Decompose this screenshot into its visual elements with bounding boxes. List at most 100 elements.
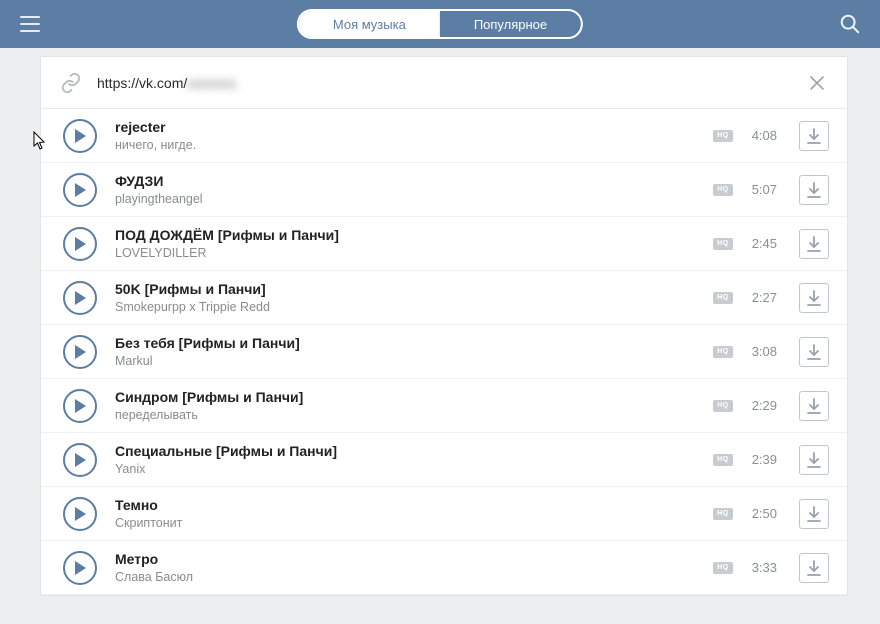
track-artist: Smokepurpp x Trippie Redd	[115, 299, 713, 315]
track-title: Метро	[115, 550, 713, 568]
tab-my-music[interactable]: Моя музыка	[299, 11, 440, 37]
download-button[interactable]	[799, 499, 829, 529]
track-meta: Синдром [Рифмы и Панчи]переделывать	[115, 388, 713, 423]
track-artist: ничего, нигде.	[115, 137, 713, 153]
track-row: МетроСлава БасюлHQ 3:33	[41, 541, 847, 595]
track-meta: МетроСлава Басюл	[115, 550, 713, 585]
download-icon	[806, 560, 822, 576]
download-icon	[806, 182, 822, 198]
play-icon	[74, 291, 86, 305]
download-icon	[806, 128, 822, 144]
url-input[interactable]: https://vk.com/xxxxxxx	[97, 75, 805, 91]
track-title: Специальные [Рифмы и Панчи]	[115, 442, 713, 460]
track-artist: playingtheangel	[115, 191, 713, 207]
track-meta: ПОД ДОЖДЁМ [Рифмы и Панчи]LOVELYDILLER	[115, 226, 713, 261]
play-button[interactable]	[63, 227, 97, 261]
track-artist: переделывать	[115, 407, 713, 423]
track-row: ПОД ДОЖДЁМ [Рифмы и Панчи]LOVELYDILLERHQ…	[41, 217, 847, 271]
download-button[interactable]	[799, 337, 829, 367]
download-icon	[806, 290, 822, 306]
download-button[interactable]	[799, 391, 829, 421]
play-icon	[74, 345, 86, 359]
play-button[interactable]	[63, 497, 97, 531]
track-meta: ТемноСкриптонит	[115, 496, 713, 531]
track-artist: Yanix	[115, 461, 713, 477]
play-button[interactable]	[63, 119, 97, 153]
content-panel: https://vk.com/xxxxxxx rejecterничего, н…	[40, 56, 848, 596]
url-bar: https://vk.com/xxxxxxx	[41, 57, 847, 109]
track-row: rejecterничего, нигде.HQ 4:08	[41, 109, 847, 163]
download-icon	[806, 398, 822, 414]
url-prefix: https://vk.com/	[97, 75, 187, 91]
track-meta: 50K [Рифмы и Панчи]Smokepurpp x Trippie …	[115, 280, 713, 315]
track-title: Темно	[115, 496, 713, 514]
track-title: 50K [Рифмы и Панчи]	[115, 280, 713, 298]
track-title: Синдром [Рифмы и Панчи]	[115, 388, 713, 406]
link-icon	[59, 71, 83, 95]
track-duration: 4:08	[743, 128, 777, 143]
track-meta: rejecterничего, нигде.	[115, 118, 713, 153]
download-button[interactable]	[799, 175, 829, 205]
clear-url-button[interactable]	[805, 71, 829, 95]
track-title: Без тебя [Рифмы и Панчи]	[115, 334, 713, 352]
hq-badge: HQ	[713, 454, 733, 466]
track-meta: Специальные [Рифмы и Панчи]Yanix	[115, 442, 713, 477]
track-duration: 2:50	[743, 506, 777, 521]
track-row: Синдром [Рифмы и Панчи]переделыватьHQ2:2…	[41, 379, 847, 433]
track-duration: 2:39	[743, 452, 777, 467]
top-bar: Моя музыка Популярное	[0, 0, 880, 48]
track-row: Без тебя [Рифмы и Панчи]MarkulHQ3:08	[41, 325, 847, 379]
download-icon	[806, 344, 822, 360]
hq-badge: HQ	[713, 562, 733, 574]
track-row: 50K [Рифмы и Панчи]Smokepurpp x Trippie …	[41, 271, 847, 325]
download-button[interactable]	[799, 229, 829, 259]
download-icon	[806, 506, 822, 522]
play-button[interactable]	[63, 173, 97, 207]
play-icon	[74, 129, 86, 143]
play-button[interactable]	[63, 443, 97, 477]
download-button[interactable]	[799, 121, 829, 151]
track-meta: Без тебя [Рифмы и Панчи]Markul	[115, 334, 713, 369]
menu-button[interactable]	[14, 8, 46, 40]
track-row: ФУДЗИplayingtheangelHQ 5:07	[41, 163, 847, 217]
track-duration: 3:08	[743, 344, 777, 359]
track-list: rejecterничего, нигде.HQ4:08ФУДЗИplaying…	[41, 109, 847, 595]
play-icon	[74, 399, 86, 413]
track-title: rejecter	[115, 118, 713, 136]
download-button[interactable]	[799, 553, 829, 583]
tab-switcher: Моя музыка Популярное	[297, 9, 583, 39]
track-duration: 5:07	[743, 182, 777, 197]
search-icon	[839, 13, 861, 35]
play-icon	[74, 183, 86, 197]
download-icon	[806, 452, 822, 468]
tab-popular[interactable]: Популярное	[440, 11, 581, 37]
hq-badge: HQ	[713, 238, 733, 250]
hq-badge: HQ	[713, 292, 733, 304]
play-icon	[74, 561, 86, 575]
close-icon	[809, 75, 825, 91]
play-icon	[74, 237, 86, 251]
track-row: Специальные [Рифмы и Панчи]YanixHQ 2:39	[41, 433, 847, 487]
track-duration: 2:45	[743, 236, 777, 251]
download-button[interactable]	[799, 283, 829, 313]
search-button[interactable]	[834, 8, 866, 40]
track-duration: 2:29	[743, 398, 777, 413]
track-title: ФУДЗИ	[115, 172, 713, 190]
play-button[interactable]	[63, 281, 97, 315]
track-row: ТемноСкриптонитHQ 2:50	[41, 487, 847, 541]
track-duration: 3:33	[743, 560, 777, 575]
hq-badge: HQ	[713, 184, 733, 196]
play-button[interactable]	[63, 389, 97, 423]
track-artist: LOVELYDILLER	[115, 245, 713, 261]
hq-badge: HQ	[713, 130, 733, 142]
play-button[interactable]	[63, 335, 97, 369]
play-button[interactable]	[63, 551, 97, 585]
track-duration: 2:27	[743, 290, 777, 305]
track-artist: Слава Басюл	[115, 569, 713, 585]
download-button[interactable]	[799, 445, 829, 475]
hq-badge: HQ	[713, 508, 733, 520]
track-meta: ФУДЗИplayingtheangel	[115, 172, 713, 207]
play-icon	[74, 507, 86, 521]
track-artist: Markul	[115, 353, 713, 369]
url-hidden: xxxxxxx	[187, 75, 236, 91]
